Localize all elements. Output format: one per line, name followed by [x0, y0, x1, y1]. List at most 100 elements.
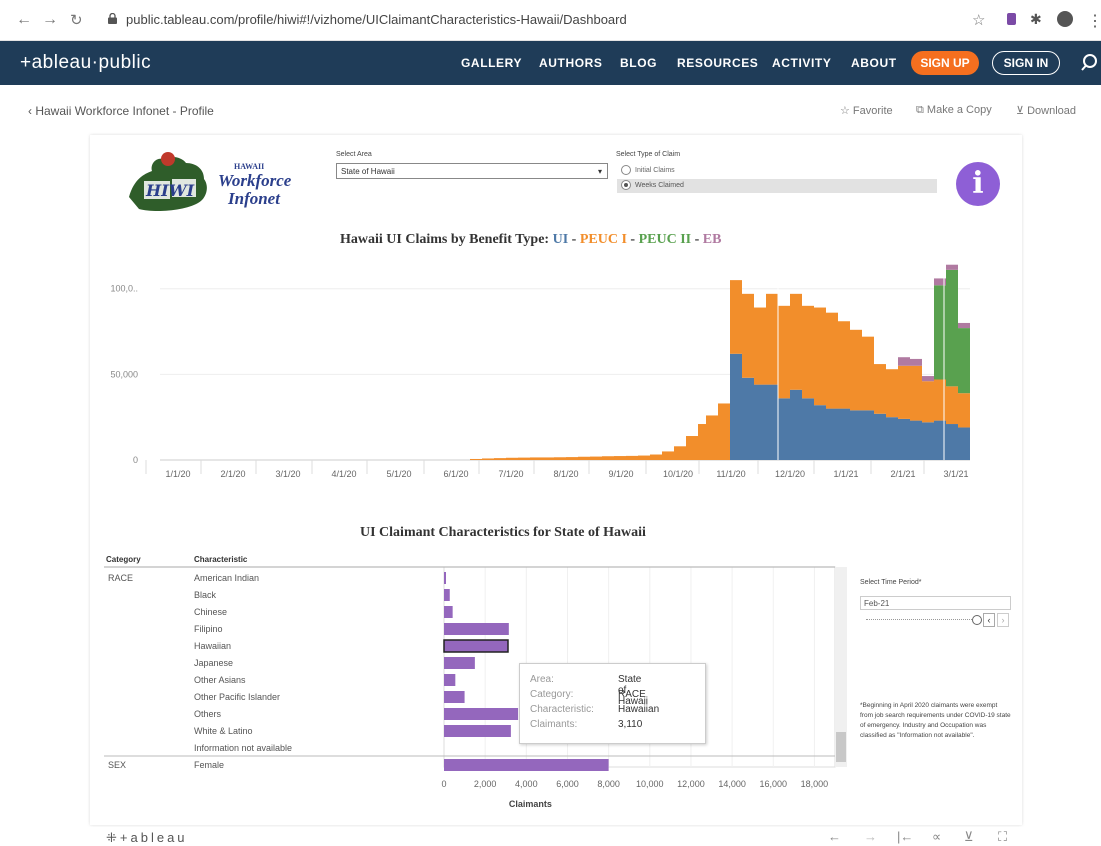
bar-peuc1[interactable]	[638, 455, 650, 460]
bar-eb[interactable]	[946, 264, 958, 270]
bar-peuc1[interactable]	[566, 457, 578, 460]
bar-peuc1[interactable]	[518, 457, 530, 460]
bar-ui[interactable]	[946, 424, 958, 460]
bar-peuci[interactable]	[946, 386, 958, 425]
bar-peuci[interactable]	[754, 307, 766, 385]
bar-peuc1[interactable]	[686, 436, 698, 460]
claim-option-weeks[interactable]: Weeks Claimed	[617, 179, 937, 193]
bar-peuci[interactable]	[742, 293, 754, 378]
bar-american-indian[interactable]	[444, 572, 446, 584]
bar-peuc1[interactable]	[470, 458, 482, 460]
make-copy-button[interactable]: ⧉ Make a Copy	[916, 104, 992, 117]
bar-peuc1[interactable]	[482, 458, 494, 460]
bar-peuci[interactable]	[922, 381, 934, 423]
bar-peuci[interactable]	[958, 393, 970, 428]
extension-icon[interactable]	[1007, 13, 1016, 25]
bar-peuci[interactable]	[802, 305, 814, 399]
bar-peuci[interactable]	[886, 369, 898, 418]
bar-female[interactable]	[444, 759, 609, 771]
bar-peuci[interactable]	[838, 321, 850, 409]
revert-icon[interactable]: |←	[897, 829, 913, 844]
nav-activity[interactable]: ACTIVITY	[772, 56, 831, 70]
radio-initial-claims[interactable]	[621, 165, 631, 175]
bar-peuc1[interactable]	[706, 415, 718, 460]
bar-peuci[interactable]	[814, 307, 826, 406]
nav-gallery[interactable]: GALLERY	[461, 56, 522, 70]
bar-eb[interactable]	[910, 358, 922, 366]
bar-peuci[interactable]	[730, 280, 742, 354]
bar-ui[interactable]	[922, 422, 934, 460]
bar-hawaiian[interactable]	[443, 639, 509, 653]
time-prev-button[interactable]: ‹	[983, 613, 995, 627]
search-icon[interactable]	[1080, 53, 1098, 73]
bar-eb[interactable]	[898, 357, 910, 366]
bar-chinese[interactable]	[444, 606, 453, 618]
redo-icon[interactable]: →	[864, 829, 877, 844]
bar-peucii[interactable]	[946, 269, 958, 387]
bar-peuci[interactable]	[862, 336, 874, 411]
bar-ui[interactable]	[766, 384, 778, 460]
sign-in-button[interactable]: SIGN IN	[992, 51, 1060, 75]
address-bar[interactable]: public.tableau.com/profile/hiwi#!/vizhom…	[98, 6, 988, 34]
bar-peuci[interactable]	[826, 312, 838, 409]
bar-ui[interactable]	[886, 417, 898, 460]
bar-ui[interactable]	[898, 418, 910, 460]
bar-ui[interactable]	[826, 408, 838, 460]
bar-peuc1[interactable]	[602, 456, 614, 460]
undo-icon[interactable]: ←	[828, 829, 841, 844]
bar-other-pacific-islander[interactable]	[444, 691, 465, 703]
chart-scrollbar[interactable]	[835, 567, 847, 767]
info-button[interactable]: i	[956, 162, 1000, 206]
bar-peuc1[interactable]	[530, 457, 542, 460]
radio-weeks-claimed[interactable]	[621, 180, 631, 191]
bar-peuc1[interactable]	[506, 457, 518, 460]
bar-peuc1[interactable]	[494, 458, 506, 460]
back-to-profile-link[interactable]: ‹ Hawaii Workforce Infonet - Profile	[28, 104, 214, 118]
tableau-public-logo[interactable]: +ableau·public	[20, 52, 151, 74]
nav-authors[interactable]: AUTHORS	[539, 56, 603, 70]
bar-peuc1[interactable]	[578, 456, 590, 460]
bar-peucii[interactable]	[958, 328, 970, 394]
bar-ui[interactable]	[862, 410, 874, 460]
bar-ui[interactable]	[874, 413, 886, 460]
tableau-footer-logo[interactable]: ⁜+ableau	[106, 830, 188, 846]
bar-ui[interactable]	[802, 398, 814, 460]
area-select-dropdown[interactable]: State of Hawaii ▾	[336, 163, 608, 179]
bar-ui[interactable]	[850, 410, 862, 460]
puzzle-extensions-icon[interactable]: ✱	[1030, 11, 1042, 28]
bar-peuc1[interactable]	[662, 451, 674, 460]
reload-icon[interactable]: ↻	[70, 11, 83, 29]
nav-resources[interactable]: RESOURCES	[677, 56, 758, 70]
bar-peuc1[interactable]	[674, 446, 686, 460]
bar-japanese[interactable]	[444, 657, 475, 669]
nav-about[interactable]: ABOUT	[851, 56, 897, 70]
claim-option-initial[interactable]: Initial Claims	[621, 165, 675, 175]
time-period-slider-track[interactable]	[866, 619, 976, 621]
chart-scrollbar-thumb[interactable]	[836, 732, 846, 762]
bar-ui[interactable]	[814, 405, 826, 460]
bar-peuc1[interactable]	[626, 455, 638, 460]
profile-avatar-icon[interactable]	[1057, 11, 1073, 27]
bar-ui[interactable]	[838, 408, 850, 460]
bar-peuci[interactable]	[898, 365, 910, 419]
bar-ui[interactable]	[790, 389, 802, 460]
bar-peuci[interactable]	[874, 364, 886, 414]
bar-ui[interactable]	[754, 384, 766, 460]
download-button[interactable]: ⊻ Download	[1016, 104, 1076, 117]
bar-peuc1[interactable]	[650, 454, 662, 460]
bar-peuc1[interactable]	[718, 403, 730, 460]
bar-white-latino[interactable]	[444, 725, 511, 737]
bar-others[interactable]	[444, 708, 519, 720]
favorite-button[interactable]: ☆ Favorite	[840, 104, 893, 117]
bar-ui[interactable]	[958, 427, 970, 460]
download-footer-icon[interactable]: ⊻	[964, 829, 974, 845]
time-period-input[interactable]: Feb-21	[860, 596, 1011, 610]
bar-ui[interactable]	[730, 353, 742, 460]
bar-peuci[interactable]	[778, 305, 790, 399]
bar-peuc1[interactable]	[542, 457, 554, 460]
back-arrow-icon[interactable]: ←	[16, 11, 32, 29]
bar-filipino[interactable]	[444, 623, 509, 635]
menu-kebab-icon[interactable]: ⋮	[1087, 11, 1101, 31]
bar-black[interactable]	[444, 589, 450, 601]
bar-peuci[interactable]	[790, 293, 802, 390]
